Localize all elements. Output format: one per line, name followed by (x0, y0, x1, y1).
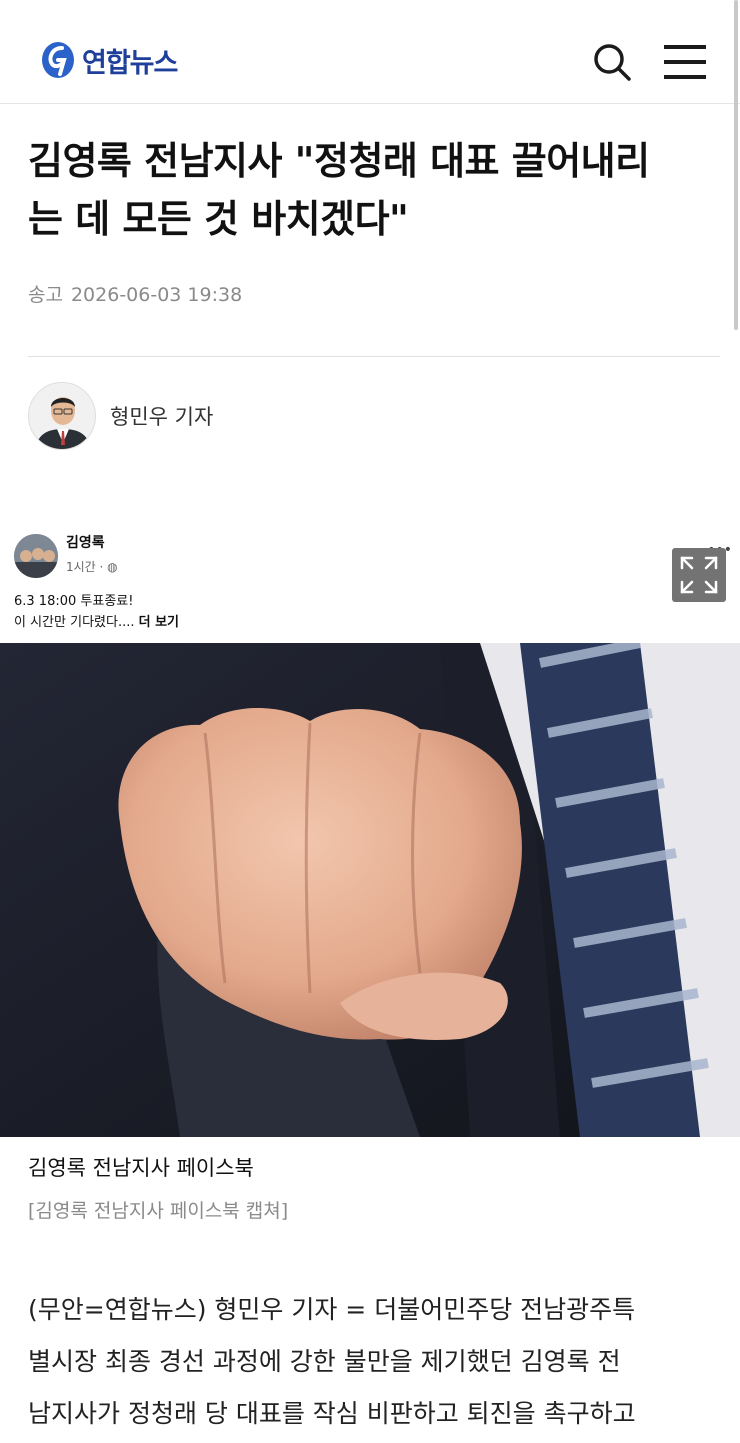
publish-meta: 송고 2026-06-03 19:38 (28, 280, 242, 307)
facebook-time-text: 1시간 · (66, 560, 108, 574)
menu-button[interactable] (662, 42, 708, 82)
facebook-post-line-1: 6.3 18:00 투표종료! (14, 594, 134, 609)
publish-label: 송고 (28, 284, 63, 306)
facebook-post-line-2: 이 시간만 기다렸다.... 더 보기 (14, 611, 179, 630)
facebook-capture-header: 김영록 1시간 · ◍ 6.3 18:00 투표종료! 이 시간만 기다렸다..… (0, 520, 740, 642)
divider (28, 356, 720, 357)
article-body-line-3: 남지사가 정청래 당 대표를 작심 비판하고 퇴진을 촉구하고 (28, 1399, 636, 1428)
facebook-author-name: 김영록 (66, 535, 105, 551)
search-icon (594, 44, 631, 81)
article-body-line-1: (무안=연합뉴스) 형민우 기자 = 더불어민주당 전남광주특 (28, 1295, 636, 1324)
scrollbar[interactable] (734, 0, 738, 330)
facebook-post-time: 1시간 · ◍ (66, 558, 118, 575)
image-expand-button[interactable] (672, 548, 726, 602)
yonhap-logo-icon (40, 40, 76, 80)
reporter-profile[interactable]: 형민우 기자 (28, 382, 213, 450)
facebook-post-text: 이 시간만 기다렸다.... (14, 615, 139, 630)
expand-icon (680, 556, 718, 594)
facebook-see-more: 더 보기 (138, 615, 180, 630)
search-button[interactable] (590, 40, 634, 84)
title-line-1: 김영록 전남지사 "정청래 대표 끌어내리 (28, 139, 650, 183)
globe-icon: ◍ (107, 560, 118, 574)
article-body: (무안=연합뉴스) 형민우 기자 = 더불어민주당 전남광주특 별시장 최종 경… (28, 1284, 728, 1440)
yonhap-logo[interactable]: 연합뉴스 (40, 40, 178, 80)
article-title: 김영록 전남지사 "정청래 대표 끌어내리 는 데 모든 것 바치겠다" (28, 132, 718, 248)
logo-text: 연합뉴스 (82, 47, 178, 79)
reporter-name: 형민우 기자 (110, 405, 214, 429)
title-line-2: 는 데 모든 것 바치겠다" (28, 197, 409, 241)
image-caption: 김영록 전남지사 페이스북 (28, 1156, 254, 1180)
facebook-avatar (14, 534, 58, 578)
image-credit: [김영록 전남지사 페이스북 캡쳐] (28, 1200, 289, 1222)
reporter-avatar (28, 382, 96, 450)
publish-datetime: 2026-06-03 19:38 (70, 284, 243, 306)
article-body-line-2: 별시장 최종 경선 과정에 강한 불만을 제기했던 김영록 전 (28, 1347, 621, 1376)
hamburger-menu-icon (664, 45, 706, 79)
top-header: 연합뉴스 (0, 0, 740, 104)
article-photo[interactable] (0, 643, 740, 1137)
